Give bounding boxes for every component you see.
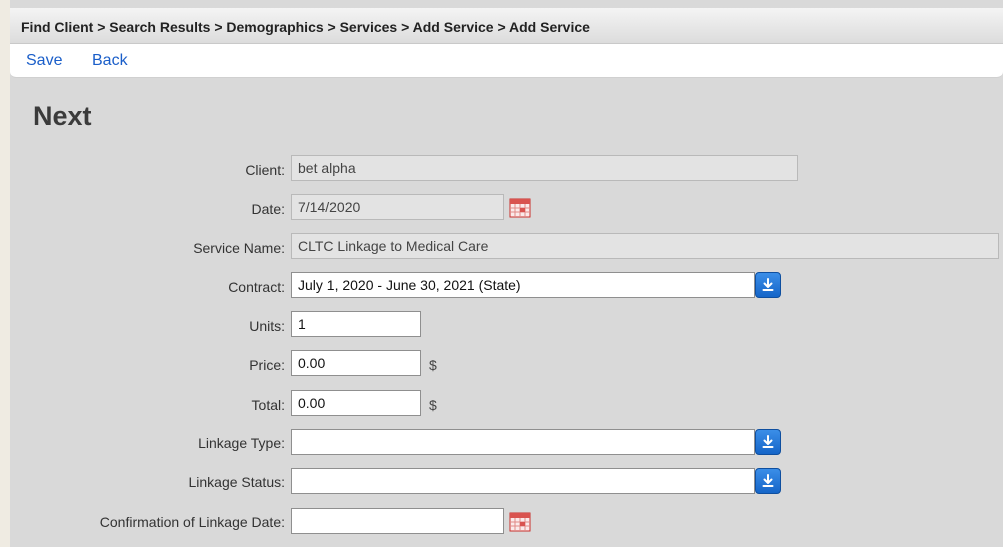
units-label: Units: bbox=[249, 318, 285, 334]
linkage-type-select[interactable] bbox=[291, 429, 755, 455]
linkage-type-dropdown-button[interactable] bbox=[755, 429, 781, 455]
toolbar: Save Back bbox=[10, 44, 1003, 78]
service-name-label: Service Name: bbox=[193, 240, 285, 256]
total-input[interactable] bbox=[291, 390, 421, 416]
download-arrow-icon bbox=[762, 474, 774, 487]
confirmation-date-input[interactable] bbox=[291, 508, 504, 534]
client-label: Client: bbox=[245, 162, 285, 178]
linkage-status-label: Linkage Status: bbox=[188, 474, 285, 490]
page: Find Client > Search Results > Demograph… bbox=[10, 0, 1003, 547]
date-calendar-icon[interactable] bbox=[508, 195, 532, 219]
confirmation-date-label: Confirmation of Linkage Date: bbox=[99, 514, 285, 530]
download-arrow-icon bbox=[762, 278, 774, 291]
confirmation-date-calendar-icon[interactable] bbox=[508, 509, 532, 533]
linkage-status-dropdown-button[interactable] bbox=[755, 468, 781, 494]
save-link[interactable]: Save bbox=[26, 52, 62, 70]
breadcrumb: Find Client > Search Results > Demograph… bbox=[21, 19, 590, 35]
back-link[interactable]: Back bbox=[92, 52, 128, 70]
contract-selected-value: July 1, 2020 - June 30, 2021 (State) bbox=[298, 277, 521, 293]
download-arrow-icon bbox=[762, 435, 774, 448]
date-label: Date: bbox=[251, 201, 285, 217]
date-field[interactable] bbox=[291, 194, 504, 220]
price-label: Price: bbox=[249, 357, 285, 373]
contract-dropdown-button[interactable] bbox=[755, 272, 781, 298]
price-input[interactable] bbox=[291, 350, 421, 376]
price-currency: $ bbox=[429, 357, 437, 373]
contract-select[interactable]: July 1, 2020 - June 30, 2021 (State) bbox=[291, 272, 755, 298]
total-label: Total: bbox=[251, 397, 285, 413]
linkage-status-select[interactable] bbox=[291, 468, 755, 494]
linkage-type-label: Linkage Type: bbox=[198, 435, 285, 451]
page-title: Next bbox=[33, 101, 92, 131]
contract-label: Contract: bbox=[228, 279, 285, 295]
service-name-field[interactable] bbox=[291, 233, 999, 259]
client-field[interactable] bbox=[291, 155, 798, 181]
total-currency: $ bbox=[429, 397, 437, 413]
breadcrumb-bar: Find Client > Search Results > Demograph… bbox=[10, 8, 1003, 44]
units-input[interactable] bbox=[291, 311, 421, 337]
